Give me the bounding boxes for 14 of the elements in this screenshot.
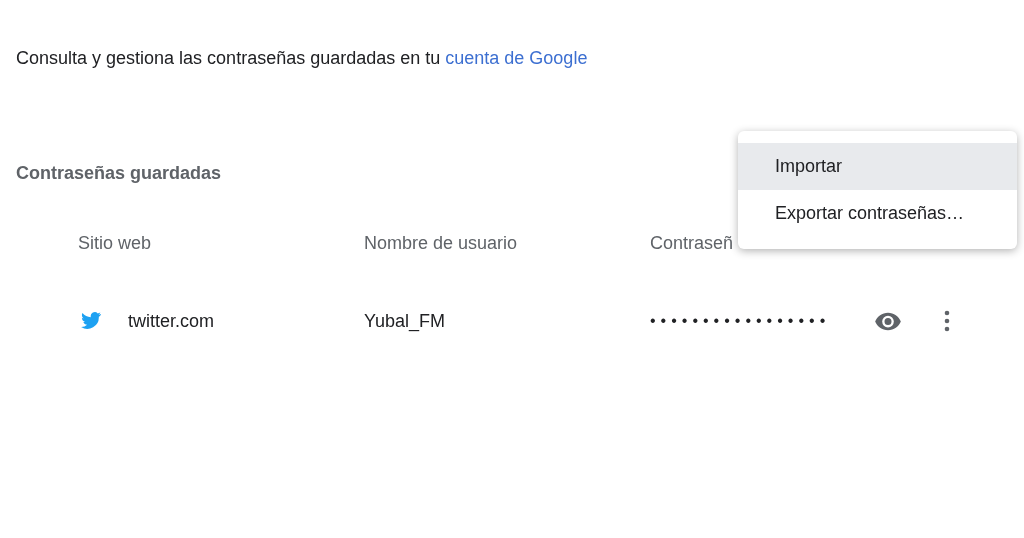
eye-icon (874, 311, 902, 331)
menu-item[interactable]: Exportar contraseñas… (738, 190, 1017, 237)
password-dots: ••••••••••••••••• (650, 312, 832, 330)
section-title: Contraseñas guardadas (16, 163, 222, 184)
bird-icon (80, 312, 102, 330)
username: Yubal_FM (364, 310, 447, 332)
column-header: Nombre de usuario (364, 233, 519, 254)
site-name: twitter.com (128, 310, 215, 332)
intro-text: Consulta y gestiona las contraseñas guardadas en tu cuenta de Google (15, 47, 589, 69)
google-account-link[interactable]: cuenta de Google (445, 48, 588, 68)
more-icon (944, 310, 950, 332)
column-header: Sitio web (78, 233, 153, 254)
menu-item[interactable]: Importar (738, 143, 1017, 190)
column-header: Contraseñ (650, 233, 735, 254)
